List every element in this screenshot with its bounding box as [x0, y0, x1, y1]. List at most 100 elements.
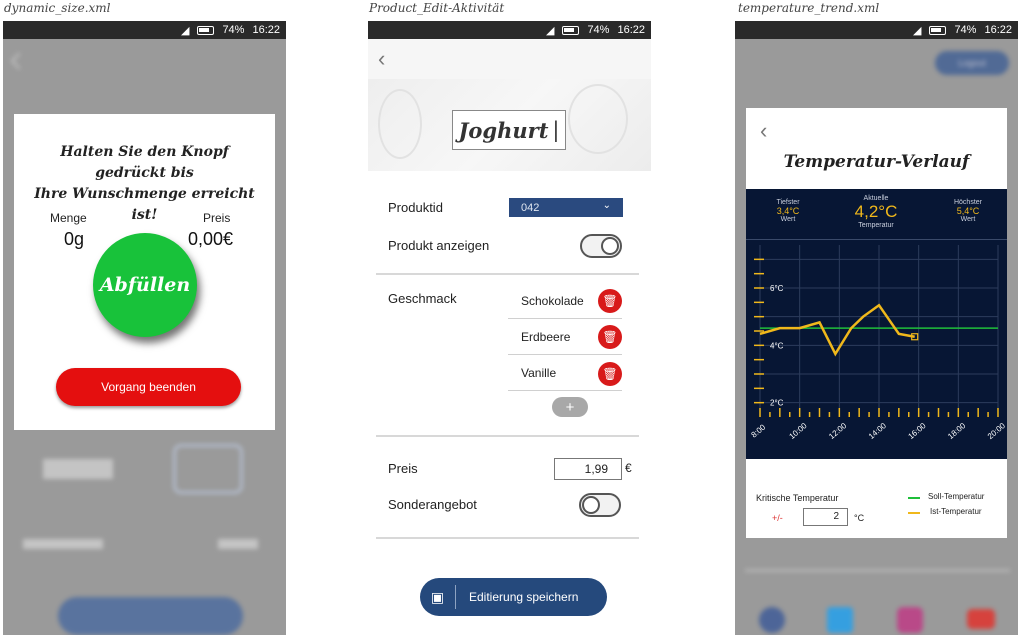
sonderangebot-toggle[interactable] — [579, 493, 621, 517]
text-cursor: | — [552, 118, 560, 142]
geschmack-label: Geschmack — [388, 291, 457, 306]
end-process-button[interactable]: Vorgang beenden — [56, 368, 241, 406]
x-tick-label: 10:00 — [787, 421, 809, 441]
min-temp-value: 3,4°C — [776, 206, 800, 216]
y-tick-label: 4°C — [770, 341, 784, 350]
tolerance-sign: +/- — [772, 513, 783, 523]
facebook-icon[interactable] — [759, 607, 785, 633]
temperature-dialog: ‹ Temperatur-Verlauf Tiefster 3,4°C Wert… — [746, 108, 1007, 538]
logout-button[interactable]: Logout — [935, 51, 1009, 75]
min-temp-label: Tiefster — [776, 199, 800, 206]
min-temp: Tiefster 3,4°C Wert — [758, 199, 818, 223]
divider — [508, 390, 622, 391]
y-tick-label: 2°C — [770, 399, 784, 408]
current-temp: Aktuelle 4,2°C Temperatur — [838, 195, 914, 229]
text-blurred — [43, 459, 113, 479]
x-tick-label: 12:00 — [827, 421, 849, 441]
flavor-label: Vanille — [521, 366, 557, 380]
trash-icon[interactable]: 🗑 — [598, 289, 622, 313]
divider — [376, 537, 639, 539]
legend-ist-label: Ist-Temperatur — [930, 507, 982, 516]
preis-value: 0,00€ — [188, 229, 234, 249]
menge-label: Menge — [50, 211, 87, 225]
y-tick-label: 6°C — [770, 284, 784, 293]
twitter-icon[interactable] — [827, 607, 853, 633]
youtube-icon[interactable] — [967, 609, 995, 629]
battery-percent: 74% — [222, 24, 245, 36]
max-temp-sublabel: Wert — [960, 216, 976, 223]
trash-icon[interactable]: 🗑 — [598, 362, 622, 386]
x-tick-label: 18:00 — [946, 421, 968, 441]
caption-middle: Product_Edit-Aktivität — [369, 1, 505, 15]
back-icon[interactable]: ‹ — [760, 118, 767, 144]
fill-dialog: Halten Sie den Knopf gedrückt bis Ihre W… — [14, 114, 275, 430]
sonderangebot-label: Sonderangebot — [388, 497, 477, 512]
back-icon — [10, 52, 28, 70]
add-flavor-button[interactable]: + — [552, 397, 588, 417]
trash-icon[interactable]: 🗑 — [598, 325, 622, 349]
legend-ist-swatch — [908, 512, 920, 514]
status-bar: ◢ 74% 16:22 — [368, 21, 651, 39]
flavor-label: Erdbeere — [521, 330, 571, 344]
top-bar: ‹ — [368, 39, 651, 79]
anzeigen-toggle[interactable] — [580, 234, 622, 258]
caption-left: dynamic_size.xml — [4, 1, 111, 15]
product-name[interactable]: Joghurt | — [452, 110, 566, 150]
save-button-label: Editierung speichern — [469, 590, 579, 604]
currency-label: € — [625, 461, 632, 475]
max-temp: Höchster 5,4°C Wert — [938, 199, 998, 223]
divider — [508, 354, 622, 355]
clock: 16:22 — [984, 24, 1012, 36]
critical-temp-label: Kritische Temperatur — [756, 493, 839, 503]
battery-icon — [929, 25, 947, 35]
status-bar: ◢ 74% 16:22 — [735, 21, 1018, 39]
save-icon: ▣ — [420, 585, 456, 609]
button-blurred — [58, 597, 243, 635]
toggle-knob — [601, 237, 619, 255]
instagram-icon[interactable] — [897, 607, 923, 633]
signal-icon: ◢ — [180, 24, 190, 37]
fill-button[interactable]: Abfüllen — [93, 233, 197, 337]
signal-icon: ◢ — [912, 24, 922, 37]
max-temp-label: Höchster — [953, 199, 982, 206]
battery-icon — [562, 25, 580, 35]
anzeigen-label: Produkt anzeigen — [388, 238, 490, 253]
preis-label: Preis — [388, 461, 418, 476]
x-tick-label: 16:00 — [906, 421, 928, 441]
x-tick-label: 20:00 — [986, 421, 1007, 441]
max-temp-value: 5,4°C — [956, 206, 980, 216]
divider — [746, 239, 1007, 240]
phone-screen-temperature: ◢ 74% 16:22 Logout ‹ Temperatur-Verlauf … — [735, 21, 1018, 635]
tolerance-input[interactable]: 2 — [803, 508, 848, 526]
battery-icon — [197, 25, 215, 35]
divider — [376, 273, 639, 275]
divider — [376, 435, 639, 437]
legend-soll-swatch — [908, 497, 920, 499]
save-button[interactable]: ▣ Editierung speichern — [420, 578, 607, 616]
preis-label: Preis — [203, 211, 231, 225]
legend-soll-label: Soll-Temperatur — [928, 492, 985, 501]
produktid-label: Produktid — [388, 200, 443, 215]
product-name-text: Joghurt — [458, 117, 549, 143]
decoration — [568, 84, 628, 154]
text-blurred — [218, 539, 258, 549]
chart-title: Temperatur-Verlauf — [783, 152, 970, 172]
min-temp-sublabel: Wert — [780, 216, 796, 223]
clock: 16:22 — [617, 24, 645, 36]
current-temp-sublabel: Temperatur — [858, 222, 894, 229]
caption-right: temperature_trend.xml — [738, 1, 880, 15]
status-bar: ◢ 74% 16:22 — [3, 21, 286, 39]
current-temp-label: Aktuelle — [863, 195, 889, 202]
instruction-line-1: Halten Sie den Knopf gedrückt bis — [60, 144, 229, 181]
card-blurred — [173, 444, 243, 494]
back-icon[interactable]: ‹ — [378, 46, 385, 72]
temperature-chart: 2°C 4°C 6°C 8:00 10:00 12:00 14:00 16:00 18:00 20… — [750, 245, 1007, 441]
signal-icon: ◢ — [545, 24, 555, 37]
phone-screen-fill: ◢ 74% 16:22 Halten Sie den Knopf gedrück… — [3, 21, 286, 635]
price-input[interactable]: 1,99 — [554, 458, 622, 480]
current-temp-value: 4,2°C — [854, 202, 898, 221]
product-header: Joghurt | — [368, 79, 651, 171]
produktid-select[interactable]: 042 ⌄ — [509, 198, 623, 217]
temperature-panel: Tiefster 3,4°C Wert Aktuelle 4,2°C Tempe… — [746, 189, 1007, 459]
x-tick-label: 8:00 — [750, 422, 768, 439]
